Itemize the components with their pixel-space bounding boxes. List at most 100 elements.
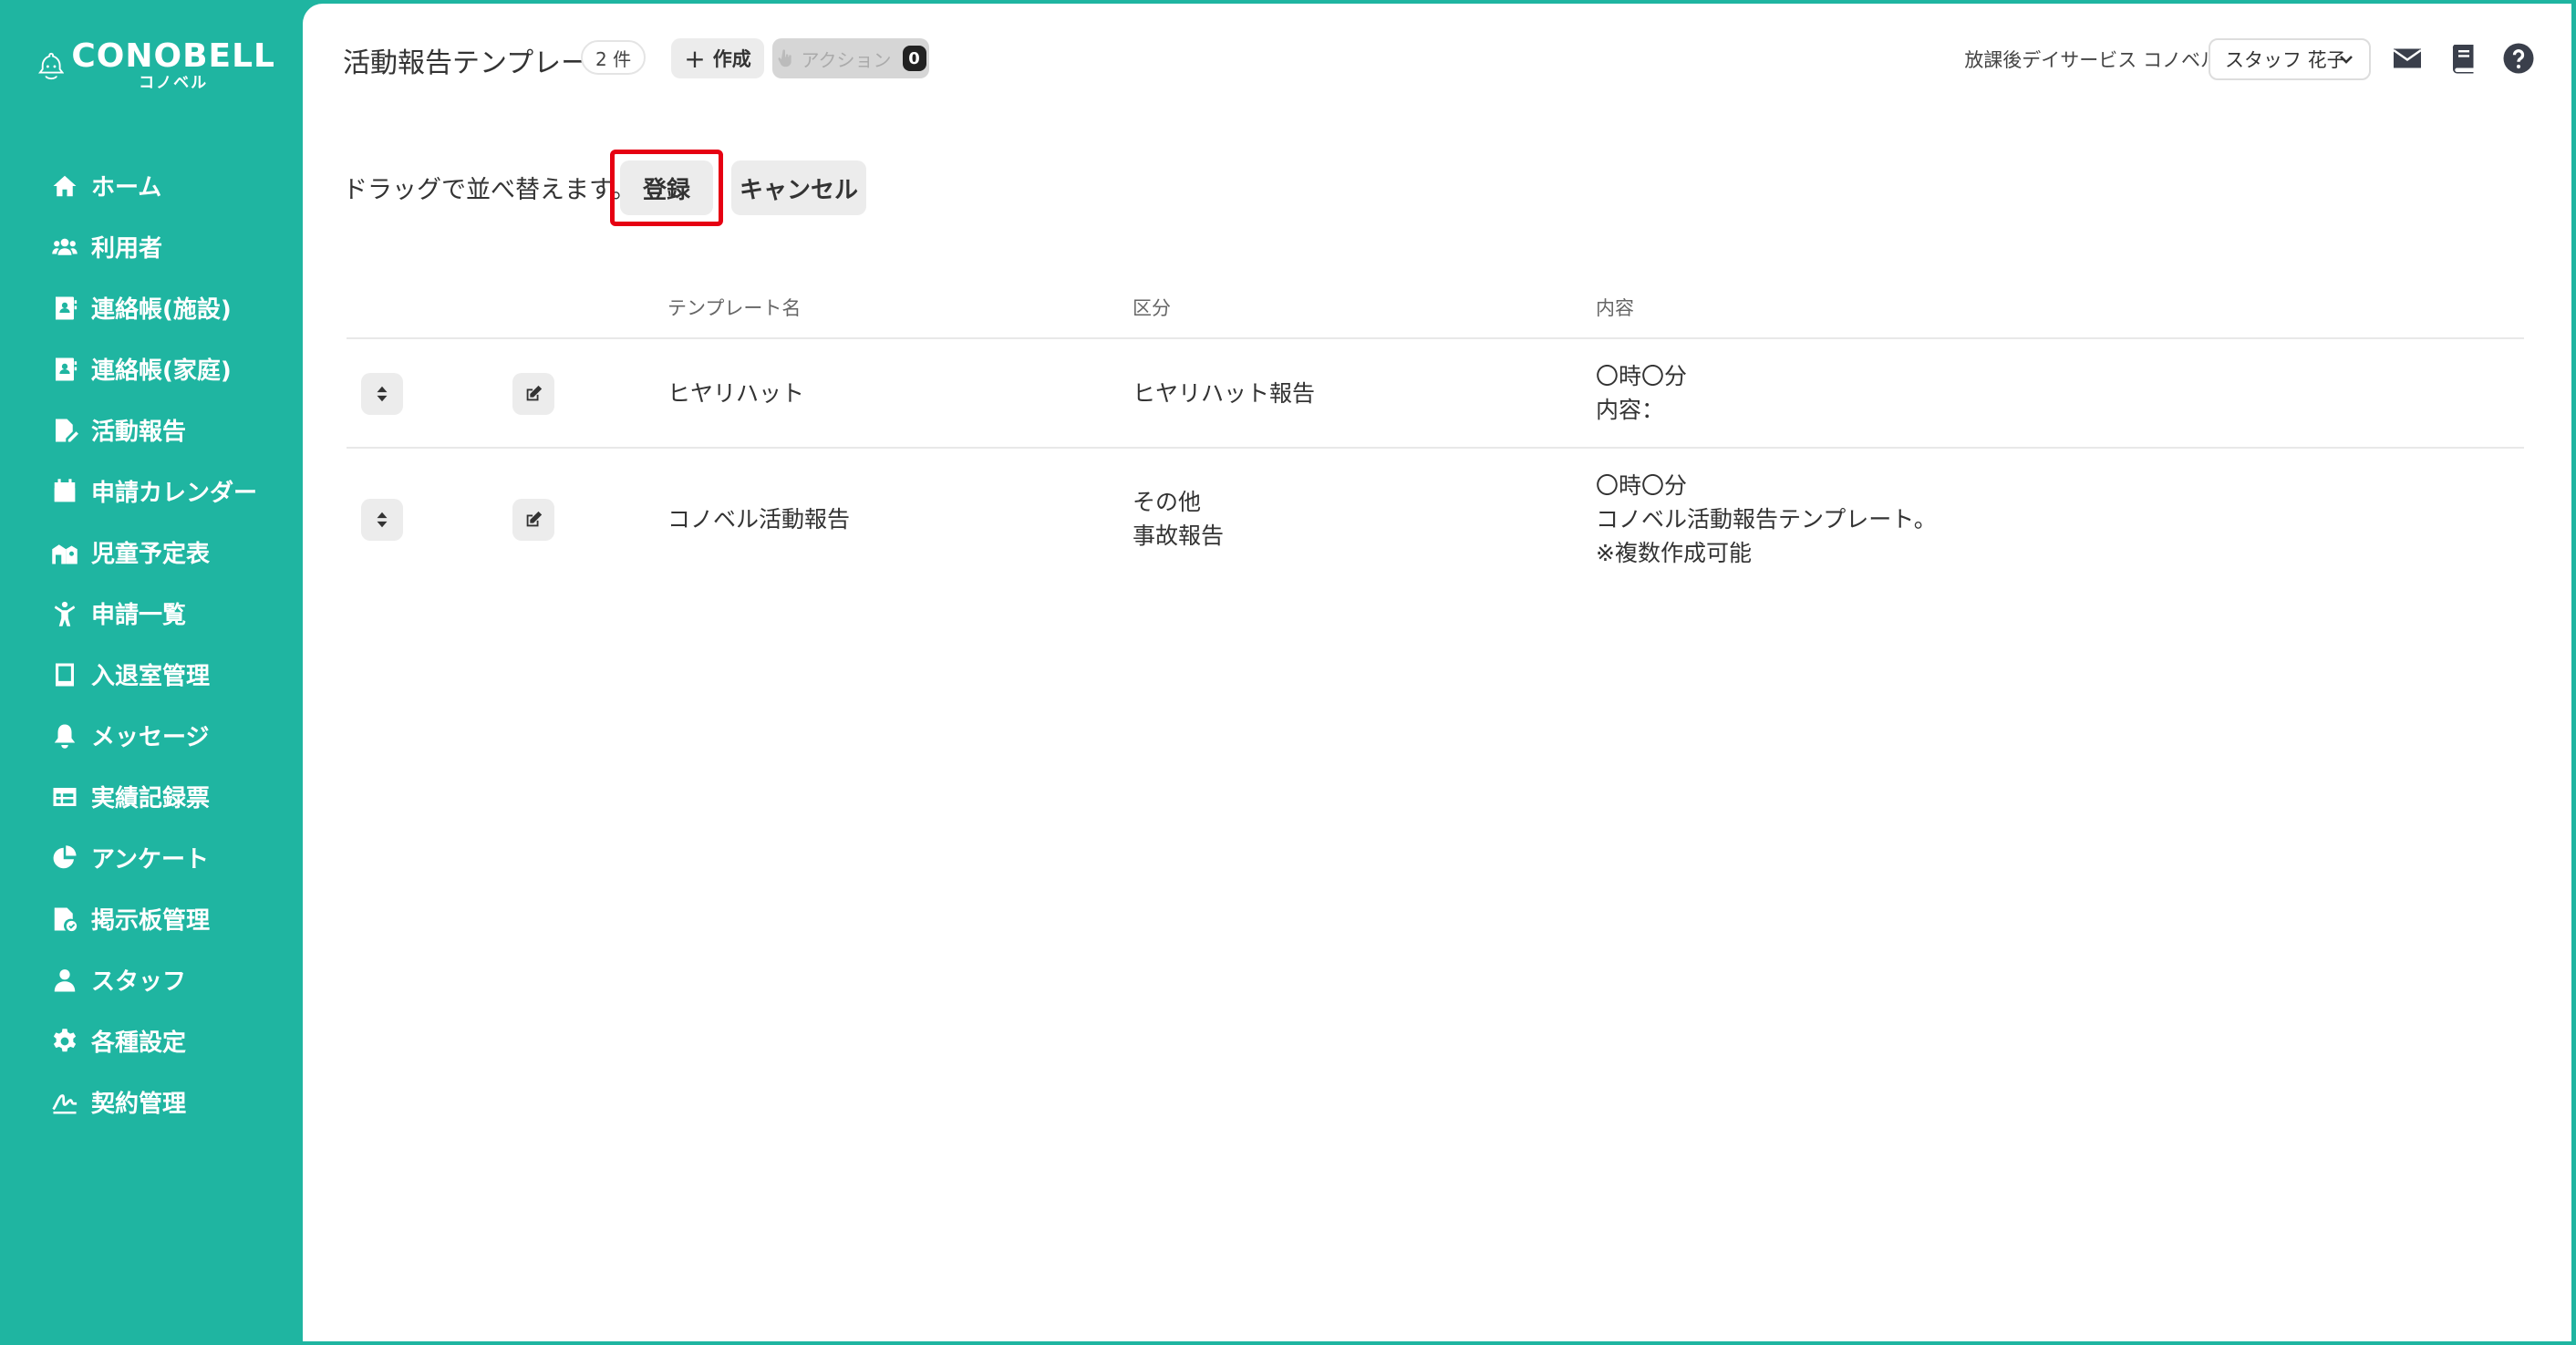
drag-handle[interactable] — [361, 499, 403, 541]
table-header: テンプレート名 区分 内容 — [347, 277, 2524, 339]
logo[interactable]: CONOBELL コノベル — [38, 33, 275, 98]
sidebar-item-calendar[interactable]: 申請カレンダー — [51, 460, 297, 522]
activity-report-icon — [56, 419, 78, 441]
sidebar-item-users[interactable]: 利用者 — [51, 216, 297, 277]
content-line: コノベル活動報告テンプレート。 — [1596, 506, 1937, 533]
column-header-content: 内容 — [1596, 297, 1634, 319]
content-line: 内容： — [1596, 397, 1665, 423]
cancel-button[interactable]: キャンセル — [731, 160, 866, 215]
schedule-icon — [52, 543, 78, 564]
gear-icon — [53, 1028, 77, 1051]
content-line: 〇時〇分 — [1596, 472, 1688, 499]
calendar-icon — [54, 478, 76, 502]
table-icon — [53, 787, 77, 806]
sidebar-item-contact-book-home[interactable]: 連絡帳(家庭) — [51, 338, 297, 399]
register-button[interactable]: 登録 — [620, 160, 713, 215]
sidebar-item-child-schedule[interactable]: 児童予定表 — [51, 522, 297, 583]
sidebar-item-label: ホーム — [91, 174, 162, 202]
template-name: コノベル活動報告 — [667, 506, 851, 533]
sidebar-item-label: 実績記録票 — [91, 785, 211, 812]
sidebar-item-label: 申請一覧 — [91, 602, 187, 629]
template-name: ヒヤリハット — [667, 380, 805, 407]
sidebar-item-performance-record[interactable]: 実績記録票 — [51, 766, 297, 827]
top-bar: 活動報告テンプレート 2 件 + 作成 アクション 0 放課後デイサービス コノ… — [303, 4, 2571, 113]
column-header-category: 区分 — [1133, 297, 1171, 319]
sidebar-item-label: 各種設定 — [91, 1029, 187, 1057]
sidebar-item-label: 活動報告 — [91, 419, 187, 446]
sidebar-item-label: 連絡帳(家庭) — [91, 357, 232, 385]
template-category: その他 事故報告 — [1133, 485, 1224, 553]
content-line: 〇時〇分 — [1596, 363, 1688, 389]
page-title: 活動報告テンプレート — [343, 47, 616, 79]
sidebar-item-label: 契約管理 — [91, 1091, 187, 1118]
sidebar-item-label: 利用者 — [91, 235, 163, 263]
sidebar-item-staff[interactable]: スタッフ — [51, 949, 297, 1010]
category-line: その他 — [1133, 489, 1202, 515]
main-panel: 活動報告テンプレート 2 件 + 作成 アクション 0 放課後デイサービス コノ… — [303, 4, 2571, 1341]
edit-button[interactable] — [512, 499, 554, 541]
sidebar-item-label: 入退室管理 — [91, 663, 211, 690]
sidebar-item-application-list[interactable]: 申請一覧 — [51, 583, 297, 644]
edit-icon — [526, 385, 543, 401]
staff-select[interactable]: スタッフ 花子 — [2209, 38, 2371, 80]
sidebar-item-label: スタッフ — [91, 968, 187, 996]
hand-pointer-icon — [777, 49, 791, 67]
sidebar-item-settings[interactable]: 各種設定 — [51, 1010, 297, 1071]
sidebar-item-label: 掲示板管理 — [91, 907, 211, 935]
plus-icon: + — [684, 43, 706, 74]
drag-handle[interactable] — [361, 373, 403, 415]
sidebar-item-label: アンケート — [91, 846, 209, 874]
create-button[interactable]: + 作成 — [671, 38, 764, 78]
category-line: ヒヤリハット報告 — [1133, 380, 1316, 407]
contract-icon — [52, 1093, 78, 1113]
column-header-name: テンプレート名 — [667, 297, 802, 319]
content-line: ※複数作成可能 — [1596, 540, 1752, 566]
sidebar-item-label: 児童予定表 — [91, 541, 211, 568]
contact-book-icon — [56, 357, 78, 380]
sidebar: CONOBELL コノベル ホーム 利用者 連絡帳(施設) 連絡帳(家庭) 活動… — [0, 0, 303, 1345]
board-icon — [54, 907, 78, 931]
brand-name: CONOBELL — [71, 37, 275, 75]
pie-chart-icon — [53, 844, 77, 868]
sidebar-nav: ホーム 利用者 連絡帳(施設) 連絡帳(家庭) 活動報告 申請カレンダー 児童予… — [51, 155, 297, 1133]
contact-book-icon — [56, 296, 78, 319]
book-icon[interactable] — [2447, 42, 2480, 75]
home-icon — [53, 175, 77, 196]
sidebar-item-messages[interactable]: メッセージ — [51, 705, 297, 766]
staff-select-value: スタッフ 花子 — [2225, 49, 2346, 71]
count-badge: 2 件 — [581, 40, 647, 75]
sort-hint: ドラッグで並べ替えます。 — [343, 176, 636, 204]
bell-logo-icon — [38, 52, 65, 80]
sort-arrows-icon — [377, 512, 388, 528]
bell-icon — [54, 724, 76, 749]
table-row[interactable]: コノベル活動報告 その他 事故報告 〇時〇分 コノベル活動報告テンプレート。 ※… — [347, 449, 2524, 591]
edit-button[interactable] — [512, 373, 554, 415]
action-count-badge: 0 — [902, 46, 926, 71]
sidebar-item-label: 申請カレンダー — [91, 480, 258, 507]
template-table: テンプレート名 区分 内容 ヒヤリハット ヒヤリハット報告 〇時〇分 内容： コ… — [347, 277, 2524, 591]
child-icon — [54, 601, 76, 626]
category-line: 事故報告 — [1133, 522, 1225, 549]
sidebar-item-activity-report[interactable]: 活動報告 — [51, 399, 297, 460]
app-frame: CONOBELL コノベル ホーム 利用者 連絡帳(施設) 連絡帳(家庭) 活動… — [0, 0, 2576, 1345]
sidebar-item-label: 連絡帳(施設) — [91, 296, 232, 324]
help-icon[interactable] — [2502, 42, 2535, 75]
sidebar-item-survey[interactable]: アンケート — [51, 827, 297, 888]
sidebar-item-attendance[interactable]: 入退室管理 — [51, 644, 297, 705]
sidebar-item-board-management[interactable]: 掲示板管理 — [51, 888, 297, 949]
sidebar-item-contract[interactable]: 契約管理 — [51, 1071, 297, 1133]
facility-name: 放課後デイサービス コノベル — [1964, 49, 2219, 71]
edit-icon — [526, 511, 543, 527]
create-button-label: 作成 — [712, 48, 751, 70]
sidebar-item-home[interactable]: ホーム — [51, 155, 297, 216]
table-row[interactable]: ヒヤリハット ヒヤリハット報告 〇時〇分 内容： — [347, 339, 2524, 449]
sidebar-item-contact-book-facility[interactable]: 連絡帳(施設) — [51, 277, 297, 338]
users-icon — [52, 238, 78, 255]
action-button-label: アクション — [801, 48, 892, 71]
template-content: 〇時〇分 内容： — [1596, 359, 1687, 427]
mail-icon[interactable] — [2391, 42, 2424, 75]
sidebar-item-label: メッセージ — [91, 724, 210, 751]
template-category: ヒヤリハット報告 — [1133, 377, 1315, 410]
tablet-icon — [56, 663, 74, 686]
template-content: 〇時〇分 コノベル活動報告テンプレート。 ※複数作成可能 — [1596, 469, 1937, 570]
